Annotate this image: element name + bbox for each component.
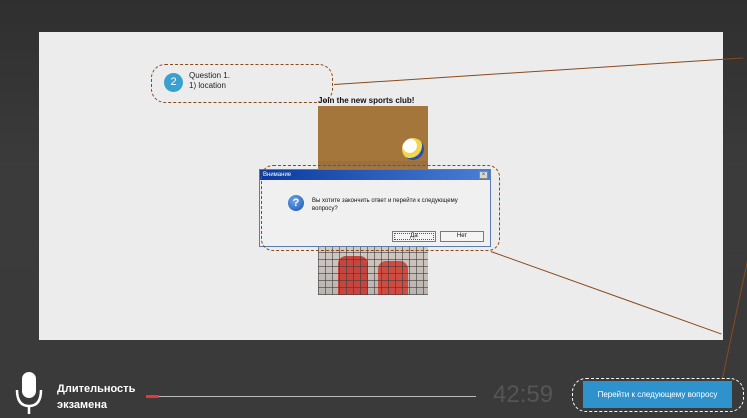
- progress-fill: [146, 395, 159, 398]
- task-title: Join the new sports club!: [318, 96, 415, 105]
- question-callout: 2 Question 1. 1) location: [151, 64, 333, 103]
- question-line-2: 1) location: [189, 81, 226, 90]
- progress-track: [146, 396, 476, 397]
- question-line-1: Question 1.: [189, 71, 230, 80]
- question-text: Question 1. 1) location: [189, 71, 230, 91]
- duration-label-line-2: экзамена: [57, 399, 108, 411]
- duration-label-line-1: Длительность: [57, 383, 136, 395]
- exam-duration-label: Длительность экзамена: [57, 381, 135, 413]
- countdown-timer: 42:59: [493, 381, 554, 408]
- microphone-icon: [15, 372, 43, 414]
- question-number-badge: 2: [164, 73, 183, 92]
- net-pattern: [318, 246, 428, 295]
- next-button-callout: [572, 378, 744, 412]
- dialog-callout: [261, 165, 500, 251]
- volleyball-icon: [402, 138, 424, 160]
